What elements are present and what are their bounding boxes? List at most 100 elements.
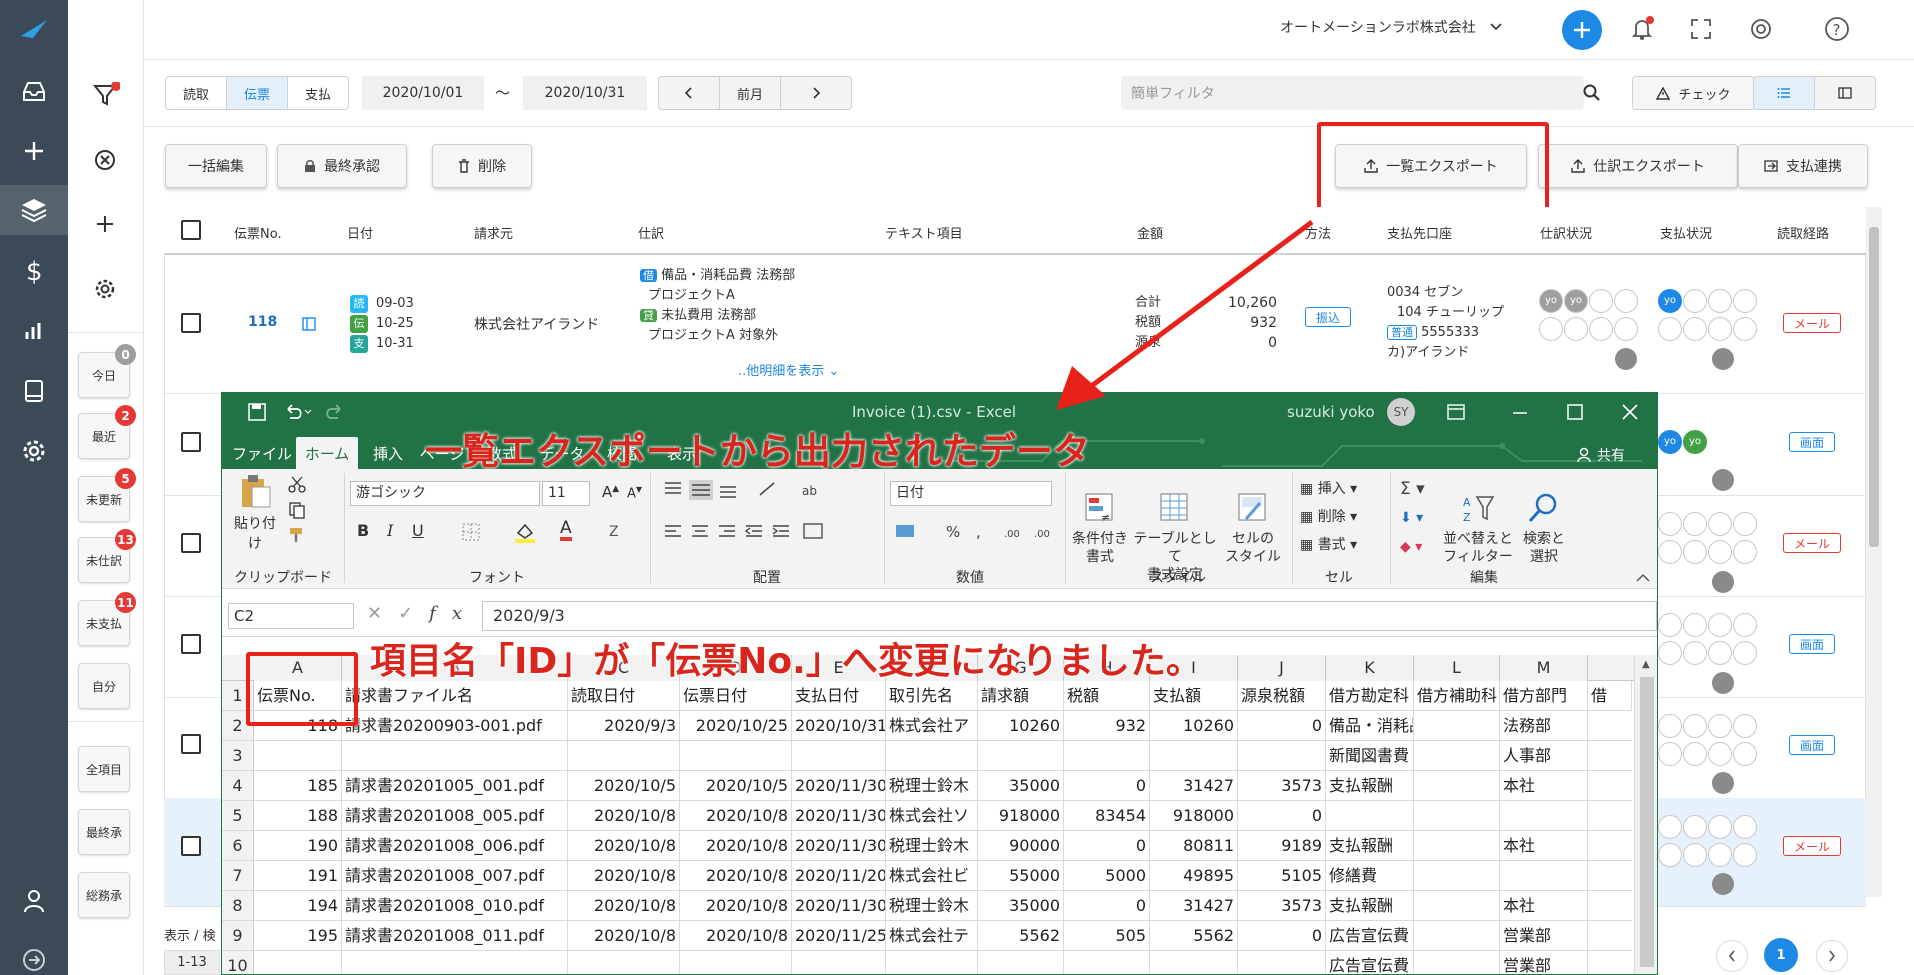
sheet-scroll-thumb[interactable] (1640, 677, 1654, 967)
cell[interactable]: 195 (254, 921, 342, 951)
header-cell[interactable]: 借 (1588, 681, 1632, 711)
row-header[interactable]: 4 (222, 771, 254, 801)
quick-filter-input[interactable]: 簡単フィルタ (1121, 76, 1584, 110)
col-header-k[interactable]: K (1326, 655, 1414, 681)
header-cell[interactable]: 支払日付 (792, 681, 886, 711)
col-header-id[interactable]: 伝票No. (234, 209, 282, 255)
cell[interactable] (680, 951, 792, 974)
col-header-m[interactable]: M (1500, 655, 1588, 681)
col-header-journal[interactable]: 仕訳 (638, 209, 664, 255)
cell[interactable] (792, 741, 886, 771)
cell[interactable]: 55000 (978, 861, 1064, 891)
show-more-link[interactable]: ..他明細を表示 ⌄ (738, 360, 839, 379)
clear-filter[interactable] (94, 149, 116, 175)
create-button[interactable] (1562, 10, 1602, 50)
report-nav[interactable] (0, 306, 68, 356)
cell[interactable]: 0 (1064, 771, 1150, 801)
support-button[interactable] (1749, 17, 1773, 45)
tab-home[interactable]: ホーム (296, 437, 358, 469)
cell[interactable] (1414, 801, 1500, 831)
date-from[interactable]: 2020/10/01 (362, 76, 484, 110)
cell[interactable] (1414, 711, 1500, 741)
cell[interactable]: 株式会社ア (886, 711, 978, 741)
filter-general-affairs[interactable]: 総務承 (78, 872, 130, 918)
cell[interactable] (1414, 831, 1500, 861)
row-header[interactable]: 3 (222, 741, 254, 771)
font-color-button[interactable]: A (560, 519, 572, 541)
cell[interactable]: 2020/10/8 (680, 891, 792, 921)
cell[interactable]: 5562 (978, 921, 1064, 951)
filter-unjournaled[interactable]: 未仕訳 13 (78, 529, 136, 583)
cell[interactable]: 税理士鈴木 (886, 891, 978, 921)
header-cell[interactable]: 請求書ファイル名 (342, 681, 568, 711)
scrollbar-thumb[interactable] (1869, 227, 1879, 547)
sheet-scrollbar[interactable]: ▲ (1634, 655, 1657, 974)
name-box[interactable]: C2 (228, 603, 354, 629)
cell[interactable] (1414, 891, 1500, 921)
cell[interactable] (1064, 951, 1150, 974)
cell[interactable] (1414, 741, 1500, 771)
cell[interactable]: 2020/10/8 (568, 861, 680, 891)
cell[interactable] (1500, 801, 1588, 831)
cell[interactable]: 株式会社ソ (886, 801, 978, 831)
redo-icon[interactable] (322, 403, 352, 421)
cell[interactable]: 2020/11/30 (792, 891, 886, 921)
next-button[interactable] (780, 76, 852, 110)
row-checkbox[interactable] (181, 836, 201, 856)
payment-nav[interactable]: $ (0, 246, 68, 296)
cell[interactable]: 新聞図書費 (1326, 741, 1414, 771)
phonetic-icon[interactable]: Z (607, 521, 627, 541)
cell[interactable]: 35000 (978, 771, 1064, 801)
row-checkbox[interactable] (181, 734, 201, 754)
list-view-button[interactable] (1753, 76, 1815, 110)
cell[interactable]: 2020/11/30 (792, 771, 886, 801)
row-header[interactable]: 8 (222, 891, 254, 921)
filter-settings[interactable] (94, 278, 116, 304)
help-button[interactable]: ? (1824, 16, 1850, 46)
prev-button[interactable] (658, 76, 720, 110)
date-to[interactable]: 2020/10/31 (523, 76, 647, 110)
underline-button[interactable]: U (412, 521, 424, 540)
col-header-route[interactable]: 読取経路 (1777, 209, 1829, 255)
cell[interactable]: 185 (254, 771, 342, 801)
filter-toggle[interactable] (92, 81, 121, 112)
minimize-icon[interactable] (1512, 411, 1528, 415)
col-header-account[interactable]: 支払先口座 (1387, 209, 1452, 255)
cell[interactable] (680, 741, 792, 771)
cell[interactable]: 請求書20201008_010.pdf (342, 891, 568, 921)
cell[interactable]: 本社 (1500, 891, 1588, 921)
preview-icon[interactable] (302, 317, 316, 335)
cell[interactable]: 2020/11/25 (792, 921, 886, 951)
fullscreen-button[interactable] (1690, 18, 1712, 44)
page-prev-button[interactable] (1716, 940, 1748, 972)
cell[interactable] (1150, 951, 1238, 974)
vertical-align-icons[interactable]: ab (662, 479, 842, 501)
bulk-edit-button[interactable]: 一括編集 (165, 144, 267, 188)
layers-nav[interactable] (0, 185, 68, 235)
cell[interactable] (254, 741, 342, 771)
app-logo[interactable] (0, 5, 68, 55)
header-cell[interactable]: 読取日付 (568, 681, 680, 711)
header-cell[interactable]: 借方勘定科 (1326, 681, 1414, 711)
cell[interactable]: 支払報酬 (1326, 831, 1414, 861)
cell[interactable]: 918000 (1150, 801, 1238, 831)
cell[interactable] (792, 951, 886, 974)
cell[interactable]: 税理士鈴木 (886, 771, 978, 801)
delete-cells-button[interactable]: ▦ 削除 ▾ (1300, 503, 1357, 531)
cell[interactable] (342, 741, 568, 771)
col-header-date[interactable]: 日付 (347, 209, 373, 255)
cell[interactable]: 備品・消耗品費 (1326, 711, 1414, 741)
cell[interactable] (1238, 741, 1326, 771)
cell[interactable]: 0 (1238, 711, 1326, 741)
cell[interactable]: 本社 (1500, 831, 1588, 861)
prev-month-button[interactable]: 前月 (719, 76, 781, 110)
row-header[interactable]: 7 (222, 861, 254, 891)
cell[interactable]: 49895 (1150, 861, 1238, 891)
col-header-j[interactable]: J (1238, 655, 1326, 681)
paste-button[interactable]: 貼り付け (230, 473, 280, 553)
cell[interactable]: 株式会社ビ (886, 861, 978, 891)
cell[interactable]: 0 (1064, 891, 1150, 921)
cell[interactable]: 10260 (1150, 711, 1238, 741)
cell[interactable]: 0 (1238, 801, 1326, 831)
table-scrollbar[interactable] (1866, 207, 1882, 897)
